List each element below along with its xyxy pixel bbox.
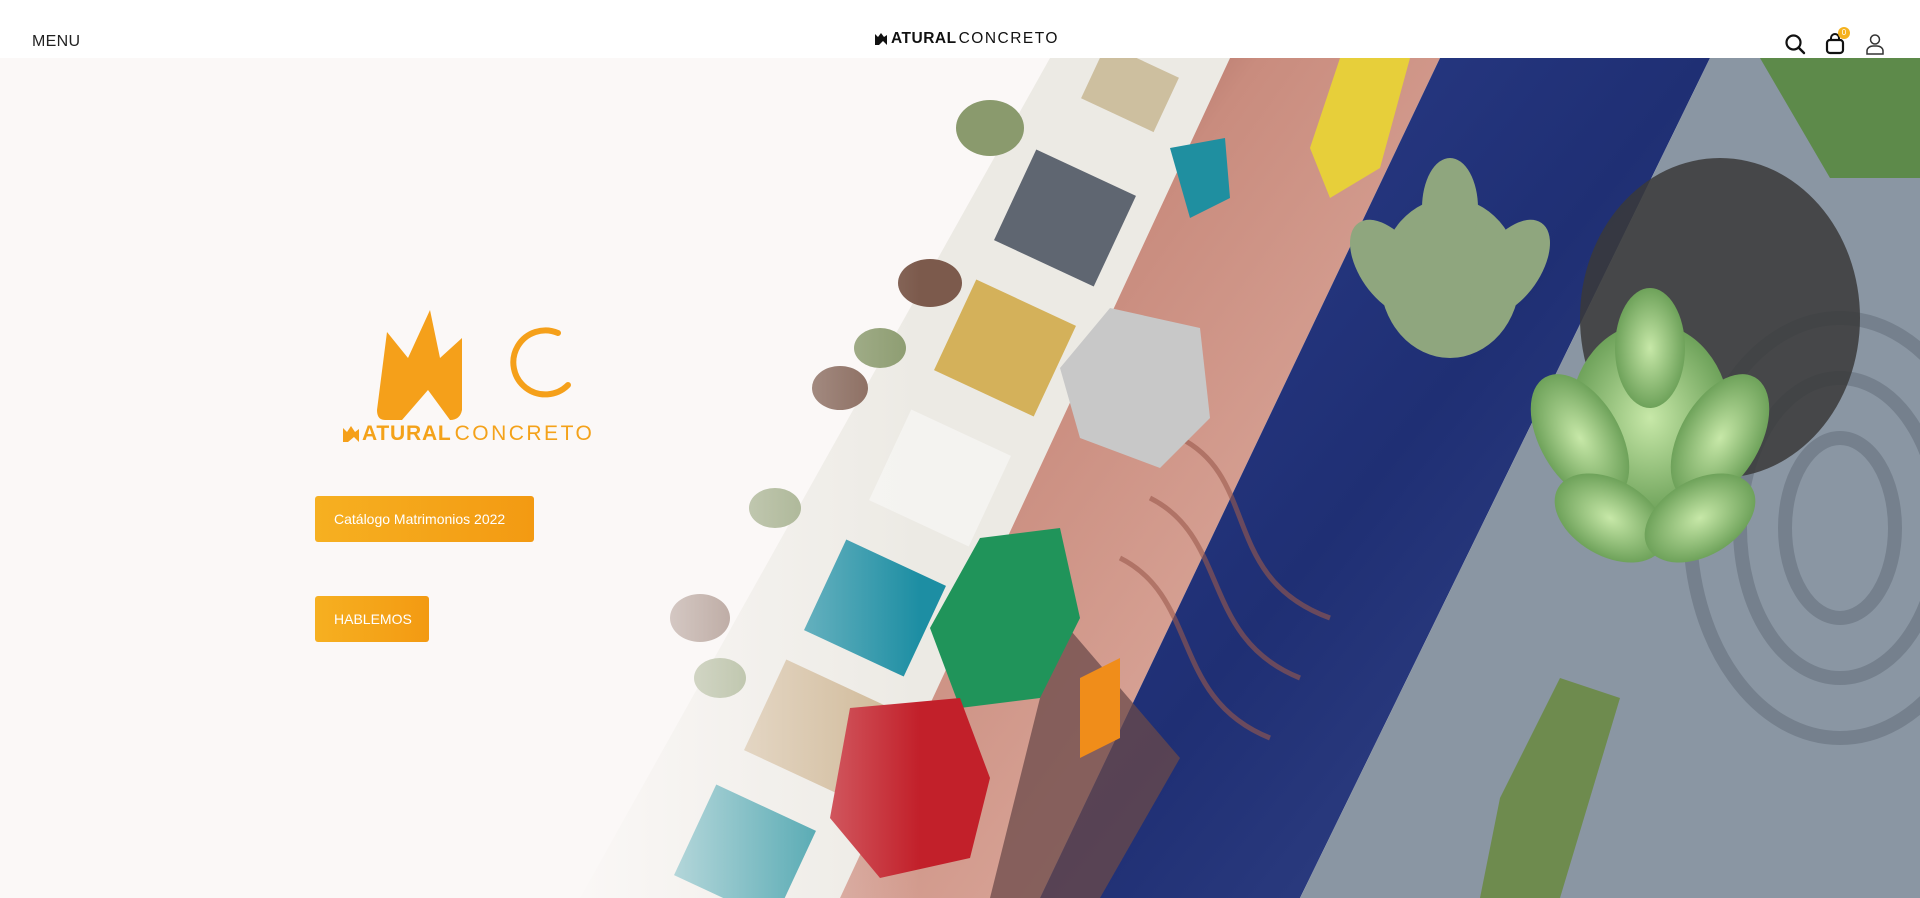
menu-button[interactable]: MENU <box>32 33 80 51</box>
site-header: MENU ATURAL CONCRETO 0 <box>0 0 1920 58</box>
hero-brand-light: CONCRETO <box>454 422 595 445</box>
brand-name-light: CONCRETO <box>958 30 1059 47</box>
cart-count-badge: 0 <box>1838 27 1850 39</box>
user-icon[interactable] <box>1862 31 1888 57</box>
hero-brand-mark-icon <box>343 426 359 442</box>
product-collage-image <box>560 58 1920 898</box>
logo-mark-icon <box>875 33 887 45</box>
contact-button[interactable]: HABLEMOS <box>315 596 429 642</box>
brand-logo[interactable]: ATURAL CONCRETO <box>874 28 1059 50</box>
catalog-button[interactable]: Catálogo Matrimonios 2022 <box>315 496 534 542</box>
brand-name-bold: ATURAL <box>891 30 957 47</box>
hero-logo-icon <box>377 310 571 420</box>
search-icon[interactable] <box>1782 31 1808 57</box>
hero-brand-bold: ATURAL <box>362 422 452 445</box>
hero-brand-name: ATURAL CONCRETO <box>342 422 594 446</box>
hero-banner: ATURAL CONCRETO Catálogo Matrimonios 202… <box>0 58 1920 898</box>
